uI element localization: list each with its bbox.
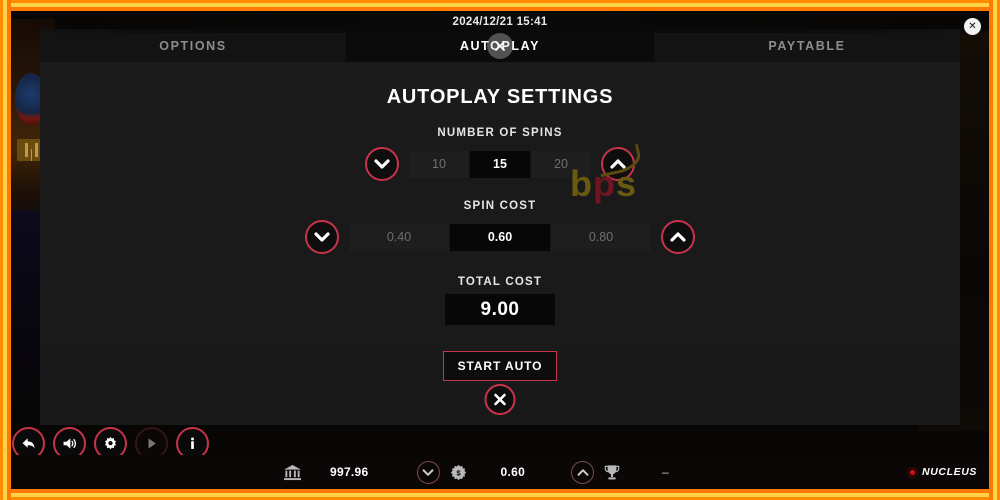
bank-icon-wrap <box>283 464 302 481</box>
gear-icon <box>104 436 117 450</box>
back-arrow-icon <box>22 438 35 449</box>
spins-values: 10 15 20 <box>409 150 591 178</box>
coin-icon: $ <box>450 464 466 480</box>
frame-left <box>0 0 11 500</box>
coin-icon-wrap: $ <box>450 464 467 481</box>
speaker-icon <box>63 438 77 449</box>
nucleus-mark-icon <box>907 466 919 478</box>
cost-value-option[interactable]: 0.80 <box>551 223 651 251</box>
modal-close-button[interactable] <box>484 384 516 415</box>
spins-value-option[interactable]: 20 <box>531 150 591 178</box>
spins-increase-button[interactable] <box>601 147 635 181</box>
bank-icon <box>284 464 301 480</box>
tab-autoplay-label: AUTOPLAY <box>459 38 541 53</box>
chevron-down-icon <box>422 468 434 476</box>
spin-cost-stepper: 0.40 0.60 0.80 <box>40 220 960 254</box>
datetime-bar: 2024/12/21 15:41 <box>11 11 989 33</box>
win-value: – <box>662 465 669 479</box>
total-cost-label: TOTAL COST <box>457 276 543 288</box>
cost-value-option[interactable]: 0.40 <box>349 223 450 251</box>
close-icon <box>494 393 506 406</box>
play-icon <box>148 438 156 449</box>
balance-value: 997.96 <box>330 465 369 479</box>
spin-cost-label: SPIN COST <box>463 200 537 212</box>
autoplay-settings-modal: OPTIONS AUTOPLAY PAYTABLE AUTOPLAY SETTI… <box>40 29 960 425</box>
modal-body: AUTOPLAY SETTINGS NUMBER OF SPINS 10 15 … <box>40 62 960 425</box>
chevron-up-icon <box>670 232 686 242</box>
start-auto-button[interactable]: START AUTO <box>443 351 557 381</box>
spins-value-selected[interactable]: 15 <box>470 150 531 178</box>
frame-right <box>989 0 1000 500</box>
bet-increase-button[interactable] <box>571 460 595 484</box>
chevron-down-icon <box>314 232 330 242</box>
trophy-icon-wrap <box>604 464 620 481</box>
spins-value-option[interactable]: 10 <box>409 150 470 178</box>
status-bar: 997.96 $ 0.60 – NUCLEUS <box>11 455 989 489</box>
chevron-up-icon <box>610 159 626 169</box>
bet-value: 0.60 <box>500 465 526 479</box>
chevron-down-icon <box>374 159 390 169</box>
cost-increase-button[interactable] <box>661 220 695 254</box>
frame-bottom <box>0 489 1000 500</box>
tab-paytable[interactable]: PAYTABLE <box>653 29 960 62</box>
info-icon <box>191 437 194 449</box>
datetime-text: 2024/12/21 15:41 <box>452 16 548 28</box>
chevron-up-icon <box>577 468 589 476</box>
page-title: AUTOPLAY SETTINGS <box>386 86 614 108</box>
brand-logo: NUCLEUS <box>907 466 977 478</box>
cost-values: 0.40 0.60 0.80 <box>349 223 651 251</box>
tab-autoplay[interactable]: AUTOPLAY <box>346 29 653 62</box>
game-frame: 2024/12/21 15:41 ✕ OPTIONS AUTOPLAY PAYT… <box>0 0 1000 500</box>
trophy-icon <box>604 464 620 479</box>
spins-decrease-button[interactable] <box>365 147 399 181</box>
brand-name: NUCLEUS <box>922 466 977 478</box>
bet-decrease-button[interactable] <box>416 460 440 484</box>
cost-decrease-button[interactable] <box>305 220 339 254</box>
modal-tabbar: OPTIONS AUTOPLAY PAYTABLE <box>40 29 960 62</box>
spins-stepper: 10 15 20 <box>40 147 960 181</box>
cost-value-selected[interactable]: 0.60 <box>450 223 551 251</box>
tab-paytable-label: PAYTABLE <box>768 38 846 53</box>
frame-top <box>0 0 1000 11</box>
window-close-button[interactable]: ✕ <box>964 18 981 35</box>
total-cost-value: 9.00 <box>445 294 555 325</box>
spins-label: NUMBER OF SPINS <box>437 127 563 139</box>
tab-options[interactable]: OPTIONS <box>40 29 346 62</box>
tab-options-label: OPTIONS <box>159 38 227 53</box>
